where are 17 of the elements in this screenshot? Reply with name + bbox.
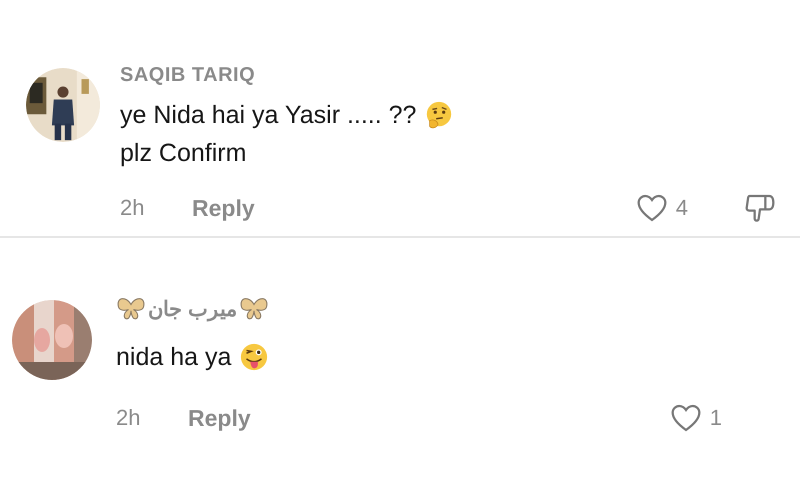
- reply-button[interactable]: Reply: [192, 194, 255, 222]
- timestamp: 2h: [116, 405, 142, 431]
- heart-icon[interactable]: [636, 193, 668, 223]
- like-count: 1: [710, 405, 722, 431]
- comment-text: plz Confirm: [120, 138, 246, 168]
- username[interactable]: SAQIB TARIQ: [120, 64, 256, 86]
- username[interactable]: ميرب جان: [148, 296, 237, 322]
- comment-text: ye Nida hai ya Yasir ..... ??: [120, 100, 416, 130]
- like-count: 4: [676, 195, 688, 221]
- comment-text: nida ha ya: [116, 342, 232, 372]
- timestamp: 2h: [120, 195, 146, 221]
- reply-button[interactable]: Reply: [188, 404, 251, 432]
- butterfly-icon: [116, 296, 146, 322]
- heart-icon[interactable]: [670, 403, 702, 433]
- thumbs-down-icon[interactable]: [744, 192, 776, 224]
- butterfly-icon: [238, 296, 269, 322]
- winking-tongue-face-icon: [239, 342, 270, 372]
